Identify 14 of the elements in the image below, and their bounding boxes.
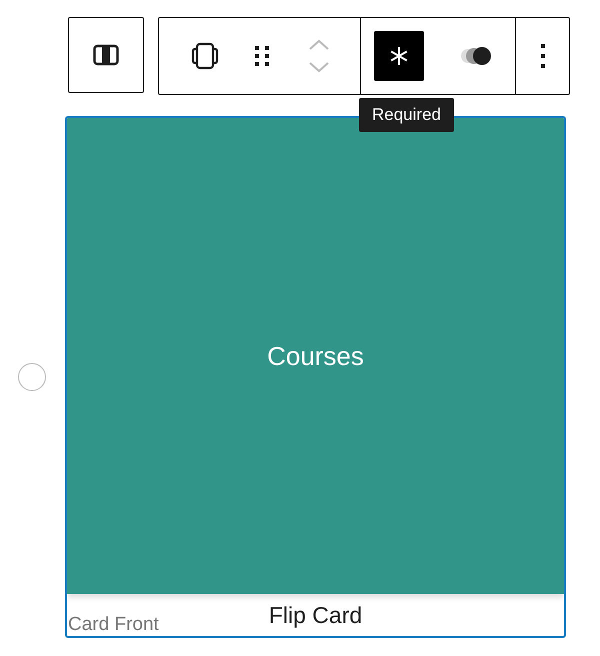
block-title: Flip Card bbox=[268, 602, 362, 628]
tooltip: Required bbox=[359, 98, 454, 132]
drag-icon bbox=[254, 44, 270, 68]
columns-icon bbox=[93, 44, 119, 66]
card-label: Card Front bbox=[67, 614, 160, 636]
card-text: Courses bbox=[267, 340, 364, 372]
more-vertical-icon bbox=[540, 43, 546, 69]
chevron-up-down-icon bbox=[308, 38, 330, 74]
required-button[interactable] bbox=[374, 31, 424, 81]
block-switcher-button[interactable] bbox=[68, 17, 144, 93]
radio-button[interactable] bbox=[18, 363, 46, 391]
toggle-icon bbox=[459, 45, 493, 67]
card-icon bbox=[190, 41, 220, 71]
asterisk-icon bbox=[389, 46, 409, 66]
